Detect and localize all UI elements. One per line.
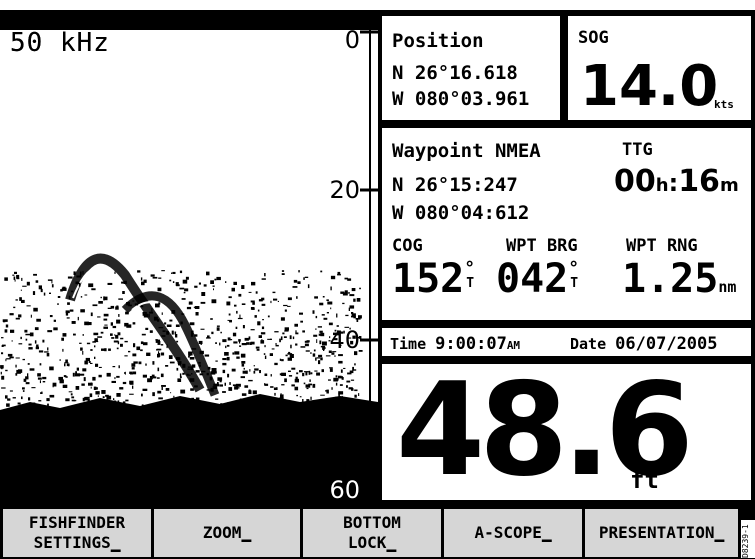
waypoint-label: Waypoint NMEA	[392, 140, 541, 162]
a-scope-button[interactable]: A-SCOPE▁	[443, 508, 583, 558]
waypoint-lon: W 080°04:612	[392, 202, 530, 224]
depth-scale-40: 40	[329, 326, 360, 354]
bottom-lock-button[interactable]: BOTTOM LOCK▁	[302, 508, 442, 558]
presentation-button[interactable]: PRESENTATION▁	[584, 508, 739, 558]
sonar-image	[0, 10, 378, 505]
softkey-indicator: ▁	[386, 533, 397, 552]
waypoint-lat: N 26°15:247	[392, 174, 518, 196]
cog-value: 152 ° T	[392, 256, 476, 302]
ttg-h-unit: h	[655, 175, 669, 196]
position-lon: W 080°03.961	[392, 88, 530, 110]
time-label: Time	[390, 335, 427, 353]
depth-scale-20: 20	[329, 176, 360, 204]
depth-scale-60: 60	[329, 476, 360, 504]
sog-box: SOG 14.0 kts	[566, 14, 753, 122]
softkey-bar: FISHFINDER SETTINGS▁ ZOOM▁ BOTTOM LOCK▁ A-…	[0, 505, 755, 559]
time-suffix: AM	[506, 339, 521, 352]
cog-label: COG	[392, 236, 423, 256]
softkey-indicator: ▁	[714, 523, 725, 542]
time-date-box: Time 9:00:07AM Date 06/07/2005	[380, 326, 753, 358]
ttg-sep: :	[668, 169, 679, 197]
wpt-rng-label: WPT RNG	[626, 236, 698, 256]
waypoint-box: Waypoint NMEA N 26°15:247 W 080°04:612 T…	[380, 126, 753, 322]
depth-box: 48.6 ft	[380, 356, 753, 505]
wpt-rng-number: 1.25	[622, 256, 719, 302]
date-value: 06/07/2005	[615, 334, 718, 354]
wpt-brg-number: 042	[496, 256, 569, 302]
position-label: Position	[392, 30, 484, 52]
date-label: Date	[570, 335, 607, 353]
wpt-brg-value: 042 ° T	[496, 256, 580, 302]
softkey-indicator: ▁	[541, 523, 552, 542]
sog-unit: kts	[714, 98, 734, 111]
zoom-button[interactable]: ZOOM▁	[153, 508, 301, 558]
wpt-rng-unit: nm	[718, 278, 737, 296]
ttg-hours: 00	[614, 164, 656, 199]
figure-code: D8239-1	[741, 520, 755, 558]
time-value: 9:00:07	[435, 334, 507, 354]
ttg-m-unit: m	[719, 175, 739, 196]
sog-value: 14.0	[580, 54, 719, 119]
frequency-label: 50 kHz	[10, 28, 110, 58]
ttg-value: 00h:16m	[614, 164, 739, 199]
softkey-indicator: ▁	[110, 533, 121, 552]
ttg-minutes: 16	[678, 164, 720, 199]
wpt-rng-value: 1.25nm	[622, 256, 736, 302]
fishfinder-settings-button[interactable]: FISHFINDER SETTINGS▁	[2, 508, 152, 558]
position-lat: N 26°16.618	[392, 62, 518, 84]
data-panel: Position N 26°16.618 W 080°03.961 SOG 14…	[378, 10, 755, 505]
time-display: Time 9:00:07AM	[390, 334, 520, 354]
sog-label: SOG	[578, 28, 609, 48]
ttg-label: TTG	[622, 140, 653, 160]
depth-unit: ft	[630, 466, 659, 494]
position-box: Position N 26°16.618 W 080°03.961	[380, 14, 562, 122]
fishfinder-display: 50 kHz 0 20 40 60	[0, 10, 378, 505]
date-display: Date 06/07/2005	[570, 334, 718, 354]
wpt-brg-label: WPT BRG	[506, 236, 578, 256]
softkey-indicator: ▁	[241, 523, 252, 542]
depth-scale-0: 0	[344, 26, 360, 54]
fish-arch-target	[65, 253, 220, 397]
cog-number: 152	[392, 256, 465, 302]
